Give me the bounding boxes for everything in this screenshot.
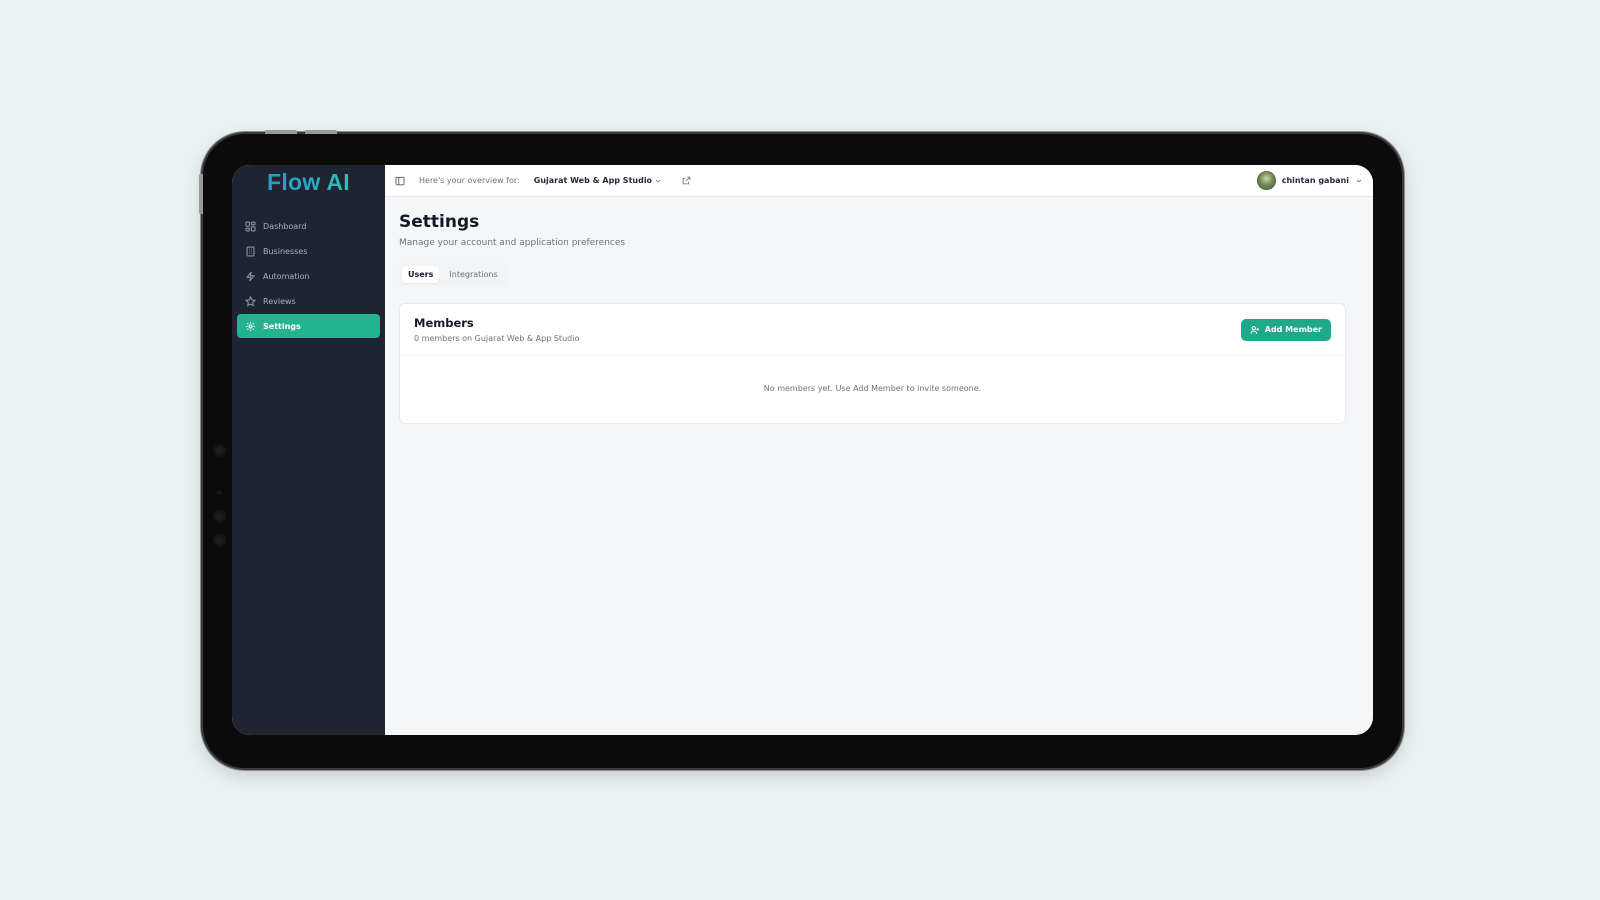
sidebar-item-label: Dashboard xyxy=(263,221,307,231)
avatar xyxy=(1256,171,1276,190)
star-icon xyxy=(245,295,256,307)
sidebar-item-automation[interactable]: Automation xyxy=(237,264,380,288)
sidebar-item-dashboard[interactable]: Dashboard xyxy=(237,214,380,238)
external-link-icon[interactable] xyxy=(682,176,691,185)
members-subtitle: 0 members on Gujarat Web & App Studio xyxy=(414,334,580,343)
members-card: Members 0 members on Gujarat Web & App S… xyxy=(399,303,1346,424)
lightning-icon xyxy=(245,271,256,281)
device-camera xyxy=(213,510,226,523)
page-subtitle: Manage your account and application pref… xyxy=(399,238,626,248)
members-empty-state: No members yet. Use Add Member to invite… xyxy=(763,384,982,393)
chevron-down-icon xyxy=(1356,179,1362,183)
overview-label: Here's your overview for: xyxy=(419,176,520,185)
dashboard-icon xyxy=(245,220,256,232)
tab-users[interactable]: Users xyxy=(402,266,440,283)
page-title: Settings xyxy=(399,212,480,232)
user-menu[interactable]: chintan gabani xyxy=(1256,171,1363,190)
sidebar-item-label: Businesses xyxy=(263,246,308,256)
device-top-button xyxy=(265,130,297,134)
gear-icon xyxy=(246,321,255,331)
sidebar: Flow AI Dashboard Businesses Automation … xyxy=(232,165,385,735)
sidebar-item-label: Automation xyxy=(263,271,310,281)
app-logo[interactable]: Flow AI xyxy=(232,167,385,197)
sidebar-item-reviews[interactable]: Reviews xyxy=(237,289,380,313)
add-member-button[interactable]: Add Member xyxy=(1240,318,1331,341)
members-title: Members xyxy=(414,316,474,330)
user-name: chintan gabani xyxy=(1281,176,1349,185)
settings-tabs: Users Integrations xyxy=(399,263,507,286)
tablet-frame: Flow AI Dashboard Businesses Automation … xyxy=(199,130,1402,768)
device-camera xyxy=(213,534,226,547)
business-select-value: Gujarat Web & App Studio xyxy=(533,176,653,185)
tab-integrations[interactable]: Integrations xyxy=(443,266,503,283)
device-side-button xyxy=(199,174,203,214)
top-bar: Here's your overview for: Gujarat Web & … xyxy=(385,165,1373,197)
sidebar-item-label: Reviews xyxy=(263,296,296,306)
device-sensor xyxy=(217,490,222,495)
sidebar-item-businesses[interactable]: Businesses xyxy=(237,239,380,263)
app-screen: Flow AI Dashboard Businesses Automation … xyxy=(232,165,1373,735)
business-select[interactable]: Gujarat Web & App Studio xyxy=(528,172,668,189)
members-card-header: Members 0 members on Gujarat Web & App S… xyxy=(400,304,1345,356)
device-camera xyxy=(213,444,226,457)
settings-content: Settings Manage your account and applica… xyxy=(385,197,1373,424)
sidebar-toggle-icon[interactable] xyxy=(395,176,405,186)
building-icon xyxy=(246,245,255,257)
device-top-button xyxy=(305,130,337,134)
sidebar-item-label: Settings xyxy=(263,321,301,331)
chevron-down-icon xyxy=(655,179,661,183)
sidebar-item-settings[interactable]: Settings xyxy=(237,314,380,338)
main-area: Here's your overview for: Gujarat Web & … xyxy=(385,165,1373,735)
user-plus-icon xyxy=(1250,325,1259,334)
sidebar-nav: Dashboard Businesses Automation Reviews … xyxy=(232,214,385,338)
add-member-label: Add Member xyxy=(1264,325,1322,334)
